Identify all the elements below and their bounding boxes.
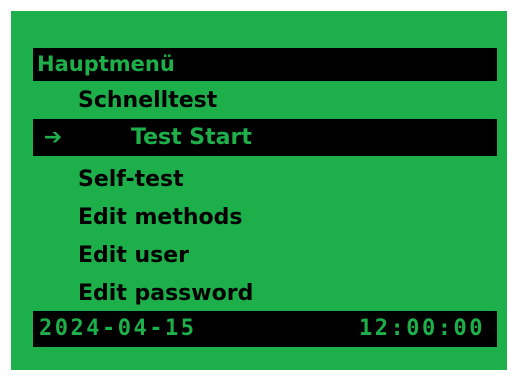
menu-item-label: Schnelltest [78,88,218,113]
menu-item-edit-methods[interactable]: Edit methods [33,199,497,236]
status-time: 12:00:00 [359,316,485,341]
menu-item-label: Edit password [78,281,254,306]
menu-item-label: Edit user [78,243,190,268]
menu-item-edit-user[interactable]: Edit user [33,237,497,274]
status-date: 2024-04-15 [39,316,197,341]
status-bar: 2024-04-15 12:00:00 [33,311,497,347]
menu-title-bar: Hauptmenü [33,48,497,81]
device-screen: Hauptmenü Schnelltest ➔ Test Start Self-t… [11,11,507,370]
menu-item-test-start[interactable]: ➔ Test Start [33,119,497,156]
menu-item-label: Test Start [131,125,252,150]
menu-item-label: Edit methods [78,205,243,230]
menu-title: Hauptmenü [37,52,175,76]
menu-item-edit-password[interactable]: Edit password [33,275,497,312]
menu-item-label: Self-test [78,167,184,192]
menu-item-schnelltest[interactable]: Schnelltest [33,82,497,119]
menu-item-self-test[interactable]: Self-test [33,161,497,198]
arrow-right-icon: ➔ [43,125,63,150]
